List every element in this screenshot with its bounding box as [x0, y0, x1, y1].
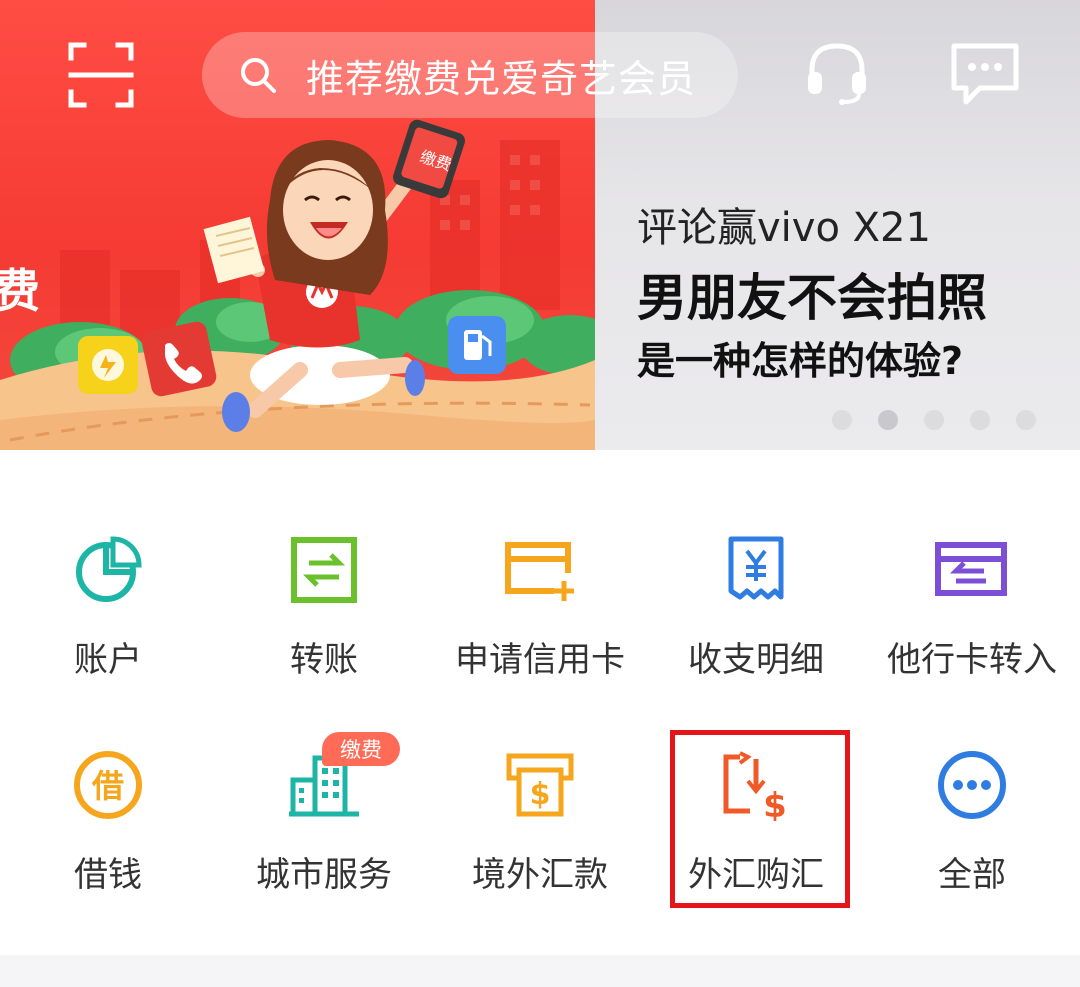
action-transaction-details[interactable]: 收支明细: [648, 530, 864, 730]
search-bar[interactable]: 推荐缴费兑爱奇艺会员: [202, 32, 738, 118]
headset-icon: [808, 43, 866, 105]
search-placeholder: 推荐缴费兑爱奇艺会员: [306, 56, 697, 101]
action-transfer[interactable]: 转账: [216, 530, 432, 730]
action-label: 申请信用卡: [455, 640, 625, 680]
transfer-icon: [284, 530, 364, 610]
more-icon: [932, 745, 1012, 825]
messages-button[interactable]: [950, 40, 1020, 106]
credit-card-add-icon: [500, 530, 580, 610]
customer-service-button[interactable]: [804, 40, 870, 106]
remittance-icon: $: [500, 745, 580, 825]
action-label: 他行卡转入: [887, 640, 1057, 680]
highlight-annotation-box: [670, 730, 850, 908]
banner-pagination: [832, 410, 1036, 430]
action-apply-credit-card[interactable]: 申请信用卡: [432, 530, 648, 730]
promo-headline: 男朋友不会拍照: [637, 269, 987, 327]
receipt-icon: [716, 530, 796, 610]
action-label: 转账: [290, 640, 358, 680]
action-overseas-remittance[interactable]: $ 境外汇款: [432, 745, 648, 945]
pagination-dot[interactable]: [924, 410, 944, 430]
pie-chart-icon: [68, 530, 148, 610]
action-label: 借钱: [74, 855, 142, 895]
svg-text:$: $: [530, 777, 551, 812]
promo-subheadline: 是一种怎样的体验?: [637, 339, 964, 383]
action-label: 全部: [938, 855, 1006, 895]
action-city-services[interactable]: 城市服务: [216, 745, 432, 945]
promo-line1: 评论赢vivo X21: [637, 205, 931, 251]
borrow-icon: 借: [68, 745, 148, 825]
scan-icon: [68, 42, 134, 108]
message-icon: [951, 43, 1019, 105]
action-label: 境外汇款: [472, 855, 608, 895]
city-services-badge: 缴费: [322, 732, 400, 766]
action-other-bank-transfer-in[interactable]: 他行卡转入: [864, 530, 1080, 730]
section-divider: [0, 955, 1080, 987]
action-label: 账户: [74, 640, 142, 680]
pagination-dot[interactable]: [970, 410, 990, 430]
action-account[interactable]: 账户: [0, 530, 216, 730]
banner-cut-text: 费: [0, 264, 40, 318]
action-label: 城市服务: [256, 855, 392, 895]
pagination-dot[interactable]: [1016, 410, 1036, 430]
pagination-dot-active[interactable]: [878, 410, 898, 430]
scan-button[interactable]: [68, 42, 134, 108]
search-icon: [241, 58, 276, 93]
action-label: 收支明细: [688, 640, 824, 680]
pagination-dot[interactable]: [832, 410, 852, 430]
action-all[interactable]: 全部: [864, 745, 1080, 945]
action-borrow[interactable]: 借 借钱: [0, 745, 216, 945]
svg-text:借: 借: [91, 767, 124, 805]
card-transfer-in-icon: [932, 530, 1012, 610]
